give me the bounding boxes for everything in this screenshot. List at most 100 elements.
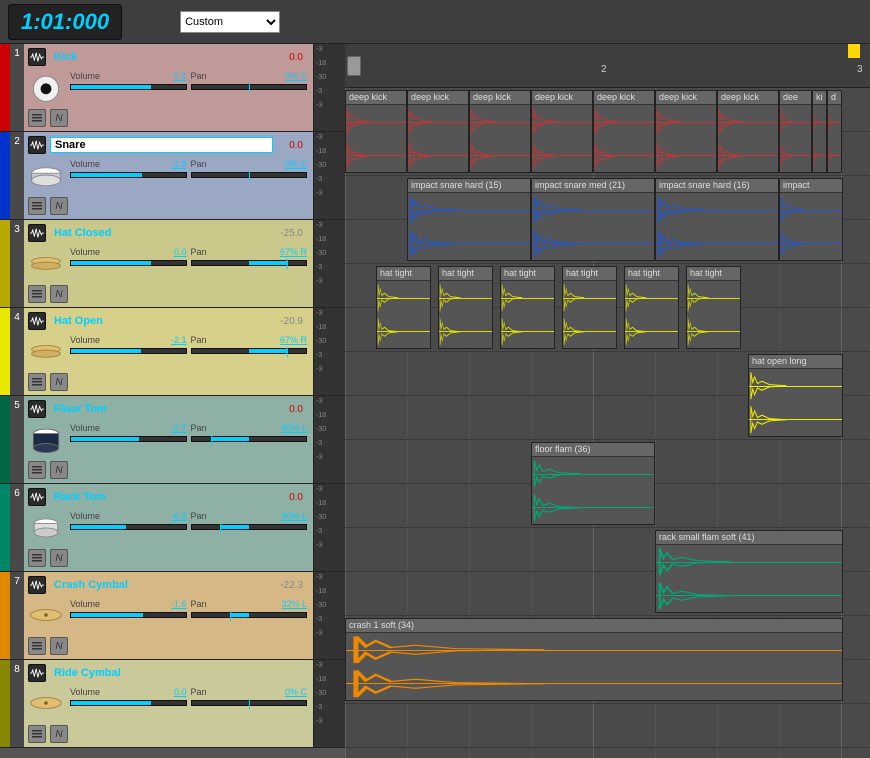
audio-clip[interactable]: deep kick (407, 90, 469, 173)
track-name-field[interactable]: Snare (50, 137, 273, 153)
timeline-row[interactable]: hat open long (345, 352, 870, 440)
timeline-row[interactable]: rack small flam soft (41) (345, 528, 870, 616)
audio-clip[interactable]: impact snare med (21) (531, 178, 655, 261)
track-hat-open[interactable]: 4 Hat Open -20.9 Volume-2.1 Pan67% R (0, 308, 345, 396)
pan-value[interactable]: 0% C (285, 71, 307, 81)
audio-clip[interactable]: rack small flam soft (41) (655, 530, 843, 613)
pan-slider[interactable] (191, 84, 308, 90)
audio-clip[interactable]: hat tight (500, 266, 555, 349)
timeline-panel[interactable]: 23 deep kick deep kick deep kick deep ki… (345, 44, 870, 758)
volume-value[interactable]: 0.0 (174, 687, 187, 697)
volume-value[interactable]: -6.3 (171, 511, 187, 521)
timeline-row[interactable]: hat tight hat tight hat tight hat tight … (345, 264, 870, 352)
audio-clip[interactable]: hat tight (562, 266, 617, 349)
audio-clip[interactable]: hat tight (438, 266, 493, 349)
track-kick[interactable]: 1 Kick 0.0 Volume0.0 Pan0% C (0, 44, 345, 132)
track-settings-button[interactable] (28, 725, 46, 743)
waveform-icon[interactable] (28, 224, 46, 242)
pan-value[interactable]: 65% L (281, 423, 307, 433)
audio-clip[interactable]: impact snare hard (15) (407, 178, 531, 261)
track-settings-button[interactable] (28, 549, 46, 567)
track-settings-button[interactable] (28, 373, 46, 391)
track-ride-cymbal[interactable]: 8 Ride Cymbal Volume0.0 Pan0% C (0, 660, 345, 748)
volume-slider[interactable] (70, 436, 187, 442)
track-normalize-button[interactable]: N (50, 549, 68, 567)
audio-clip[interactable]: deep kick (593, 90, 655, 173)
volume-value[interactable]: 0.0 (174, 71, 187, 81)
waveform-icon[interactable] (28, 488, 46, 506)
pan-value[interactable]: 32% L (281, 599, 307, 609)
track-name-field[interactable]: Floor Tom (50, 402, 273, 416)
timeline-row[interactable]: crash 1 soft (34) (345, 616, 870, 704)
track-name-field[interactable]: Hat Closed (50, 226, 273, 240)
volume-slider[interactable] (70, 172, 187, 178)
audio-clip[interactable]: deep kick (469, 90, 531, 173)
pan-value[interactable]: 67% R (280, 335, 307, 345)
waveform-icon[interactable] (28, 48, 46, 66)
audio-clip[interactable]: deep kick (345, 90, 407, 173)
track-settings-button[interactable] (28, 109, 46, 127)
volume-slider[interactable] (70, 700, 187, 706)
volume-slider[interactable] (70, 348, 187, 354)
track-normalize-button[interactable]: N (50, 725, 68, 743)
volume-slider[interactable] (70, 524, 187, 530)
audio-clip[interactable]: ki (812, 90, 827, 173)
timeline-row[interactable]: impact snare hard (15) impact snare med … (345, 176, 870, 264)
pan-slider[interactable] (191, 172, 308, 178)
pan-slider[interactable] (191, 260, 308, 266)
track-name-field[interactable]: Rack Tom (50, 490, 273, 504)
pan-value[interactable]: 67% R (280, 247, 307, 257)
waveform-icon[interactable] (28, 664, 46, 682)
track-rack-tom[interactable]: 6 Rack Tom 0.0 Volume-6.3 Pan50% L (0, 484, 345, 572)
track-normalize-button[interactable]: N (50, 197, 68, 215)
track-settings-button[interactable] (28, 461, 46, 479)
volume-slider[interactable] (70, 84, 187, 90)
track-normalize-button[interactable]: N (50, 109, 68, 127)
timeline-row[interactable]: floor flam (36) (345, 440, 870, 528)
pan-value[interactable]: 0% C (285, 687, 307, 697)
volume-slider[interactable] (70, 612, 187, 618)
pan-slider[interactable] (191, 436, 308, 442)
track-hat-closed[interactable]: 3 Hat Closed -25.0 Volume0.0 Pan67% R (0, 220, 345, 308)
track-name-field[interactable]: Crash Cymbal (50, 578, 273, 592)
preset-dropdown[interactable]: Custom (180, 11, 280, 33)
track-name-field[interactable]: Ride Cymbal (50, 666, 273, 680)
volume-value[interactable]: -1.9 (171, 159, 187, 169)
waveform-icon[interactable] (28, 136, 46, 154)
track-settings-button[interactable] (28, 285, 46, 303)
track-normalize-button[interactable]: N (50, 373, 68, 391)
audio-clip[interactable]: d (827, 90, 842, 173)
track-normalize-button[interactable]: N (50, 637, 68, 655)
playhead-marker[interactable] (347, 44, 361, 87)
pan-slider[interactable] (191, 524, 308, 530)
waveform-icon[interactable] (28, 576, 46, 594)
audio-clip[interactable]: hat tight (624, 266, 679, 349)
track-floor-tom[interactable]: 5 Floor Tom 0.0 Volume-2.7 Pan65% L (0, 396, 345, 484)
audio-clip[interactable]: impact (779, 178, 843, 261)
audio-clip[interactable]: hat open long (748, 354, 843, 437)
track-snare[interactable]: 2 Snare 0.0 Volume-1.9 Pan0% C (0, 132, 345, 220)
track-normalize-button[interactable]: N (50, 285, 68, 303)
pan-value[interactable]: 50% L (281, 511, 307, 521)
track-name-field[interactable]: Kick (50, 50, 273, 64)
pan-slider[interactable] (191, 700, 308, 706)
waveform-icon[interactable] (28, 400, 46, 418)
pan-value[interactable]: 0% C (285, 159, 307, 169)
pan-slider[interactable] (191, 348, 308, 354)
volume-value[interactable]: -2.7 (171, 423, 187, 433)
audio-clip[interactable]: deep kick (531, 90, 593, 173)
volume-value[interactable]: -2.1 (171, 335, 187, 345)
volume-slider[interactable] (70, 260, 187, 266)
audio-clip[interactable]: hat tight (376, 266, 431, 349)
timeline-ruler[interactable]: 23 (345, 44, 870, 88)
track-settings-button[interactable] (28, 637, 46, 655)
timeline-row[interactable] (345, 704, 870, 758)
timeline-row[interactable]: deep kick deep kick deep kick deep kick … (345, 88, 870, 176)
track-name-field[interactable]: Hat Open (50, 314, 273, 328)
audio-clip[interactable]: hat tight (686, 266, 741, 349)
audio-clip[interactable]: dee (779, 90, 812, 173)
volume-value[interactable]: 0.0 (174, 247, 187, 257)
audio-clip[interactable]: crash 1 soft (34) (345, 618, 843, 701)
audio-clip[interactable]: impact snare hard (16) (655, 178, 779, 261)
waveform-icon[interactable] (28, 312, 46, 330)
